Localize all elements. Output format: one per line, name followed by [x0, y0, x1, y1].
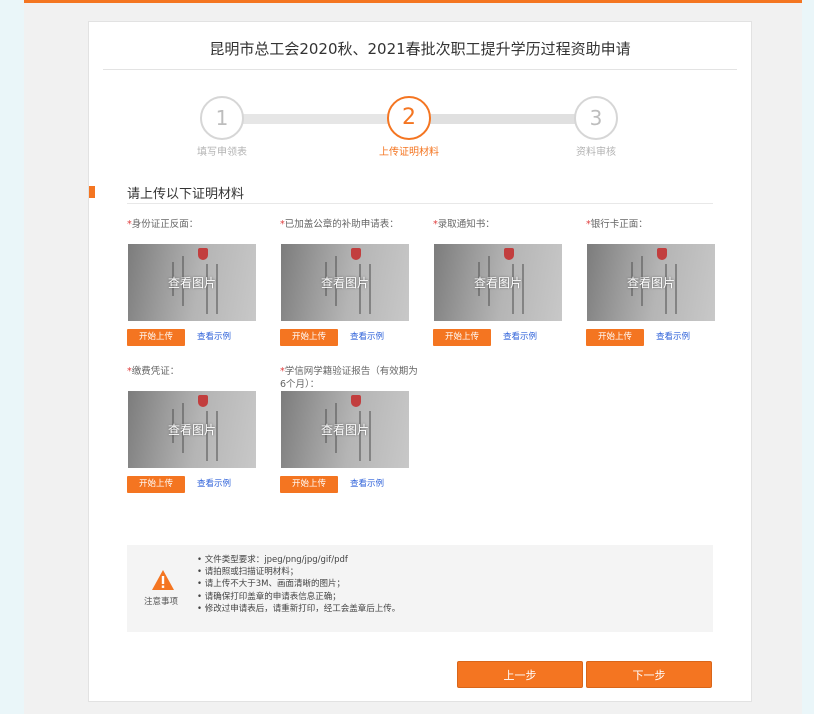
doc-label: 身份证正反面：: [131, 219, 199, 230]
step-3-label: 资料审核: [576, 147, 616, 158]
step-1-circle: 1: [200, 96, 244, 140]
seal-icon: [198, 248, 208, 260]
doc-thumbnail[interactable]: 查看图片: [587, 244, 715, 321]
view-example-link[interactable]: 查看示例: [350, 476, 384, 493]
notice-box: 注意事项 • 文件类型要求：jpeg/png/jpg/gif/pdf • 请拍照…: [127, 545, 713, 632]
doc-subsidy-form: *已加盖公章的补助申请表： 查看图片 开始上传 查看示例: [280, 218, 420, 346]
doc-bank-card: *银行卡正面： 查看图片 开始上传 查看示例: [586, 218, 726, 346]
upload-button[interactable]: 开始上传: [586, 329, 644, 346]
notice-item: • 修改过申请表后，请重新打印，经工会盖章后上传。: [197, 603, 401, 614]
doc-thumbnail[interactable]: 查看图片: [434, 244, 562, 321]
title-divider: [103, 69, 737, 70]
next-step-button[interactable]: 下一步: [586, 661, 712, 688]
seal-icon: [657, 248, 667, 260]
upload-button[interactable]: 开始上传: [280, 329, 338, 346]
view-image-link[interactable]: 查看图片: [128, 421, 256, 438]
section-marker: [89, 186, 95, 198]
doc-id-card: *身份证正反面： 查看图片 开始上传 查看示例: [127, 218, 267, 346]
doc-thumbnail[interactable]: 查看图片: [281, 244, 409, 321]
view-image-link[interactable]: 查看图片: [434, 274, 562, 291]
prev-step-button[interactable]: 上一步: [457, 661, 583, 688]
doc-thumbnail[interactable]: 查看图片: [128, 244, 256, 321]
section-title: 请上传以下证明材料: [127, 187, 245, 202]
seal-icon: [351, 395, 361, 407]
warning-triangle-icon: [152, 570, 174, 590]
view-image-link[interactable]: 查看图片: [128, 274, 256, 291]
notice-list: • 文件类型要求：jpeg/png/jpg/gif/pdf • 请拍照或扫描证明…: [197, 554, 400, 615]
step-2-label: 上传证明材料: [379, 147, 439, 158]
notice-item: • 请确保打印盖章的申请表信息正确；: [197, 591, 341, 602]
doc-label: 学信网学籍验证报告（有效期为6个月）：: [280, 366, 418, 390]
section-divider: [127, 203, 713, 204]
doc-label: 银行卡正面：: [590, 219, 648, 230]
view-image-link[interactable]: 查看图片: [281, 421, 409, 438]
view-image-link[interactable]: 查看图片: [281, 274, 409, 291]
upload-button[interactable]: 开始上传: [433, 329, 491, 346]
view-example-link[interactable]: 查看示例: [197, 476, 231, 493]
seal-icon: [504, 248, 514, 260]
doc-label: 录取通知书：: [437, 219, 495, 230]
step-2-circle: 2: [387, 96, 431, 140]
view-example-link[interactable]: 查看示例: [350, 329, 384, 346]
notice-label: 注意事项: [144, 597, 179, 607]
doc-payment-receipt: *缴费凭证： 查看图片 开始上传 查看示例: [127, 365, 267, 493]
step-connector-1-2: [222, 114, 391, 124]
step-connector-2-3: [430, 114, 581, 124]
notice-item: • 请拍照或扫描证明材料；: [197, 567, 299, 578]
doc-thumbnail[interactable]: 查看图片: [281, 391, 409, 468]
view-example-link[interactable]: 查看示例: [197, 329, 231, 346]
doc-thumbnail[interactable]: 查看图片: [128, 391, 256, 468]
step-1-label: 填写申领表: [197, 147, 247, 158]
step-3-circle: 3: [574, 96, 618, 140]
upload-button[interactable]: 开始上传: [127, 476, 185, 493]
view-example-link[interactable]: 查看示例: [503, 329, 537, 346]
view-example-link[interactable]: 查看示例: [656, 329, 690, 346]
page-frame: 昆明市总工会2020秋、2021春批次职工提升学历过程资助申请 1 2 3 填写…: [24, 0, 802, 714]
doc-label: 缴费凭证：: [131, 366, 180, 377]
doc-label: 已加盖公章的补助申请表：: [284, 219, 399, 230]
seal-icon: [351, 248, 361, 260]
seal-icon: [198, 395, 208, 407]
doc-admission-letter: *录取通知书： 查看图片 开始上传 查看示例: [433, 218, 573, 346]
view-image-link[interactable]: 查看图片: [587, 274, 715, 291]
upload-button[interactable]: 开始上传: [280, 476, 338, 493]
notice-item: • 文件类型要求：jpeg/png/jpg/gif/pdf: [197, 555, 348, 565]
doc-chsi-report: *学信网学籍验证报告（有效期为6个月）： 查看图片 开始上传 查看示例: [280, 365, 420, 493]
notice-item: • 请上传不大于3M、画面清晰的图片；: [197, 579, 345, 590]
page-title: 昆明市总工会2020秋、2021春批次职工提升学历过程资助申请: [209, 40, 631, 58]
application-card: 昆明市总工会2020秋、2021春批次职工提升学历过程资助申请 1 2 3 填写…: [88, 21, 752, 702]
upload-button[interactable]: 开始上传: [127, 329, 185, 346]
